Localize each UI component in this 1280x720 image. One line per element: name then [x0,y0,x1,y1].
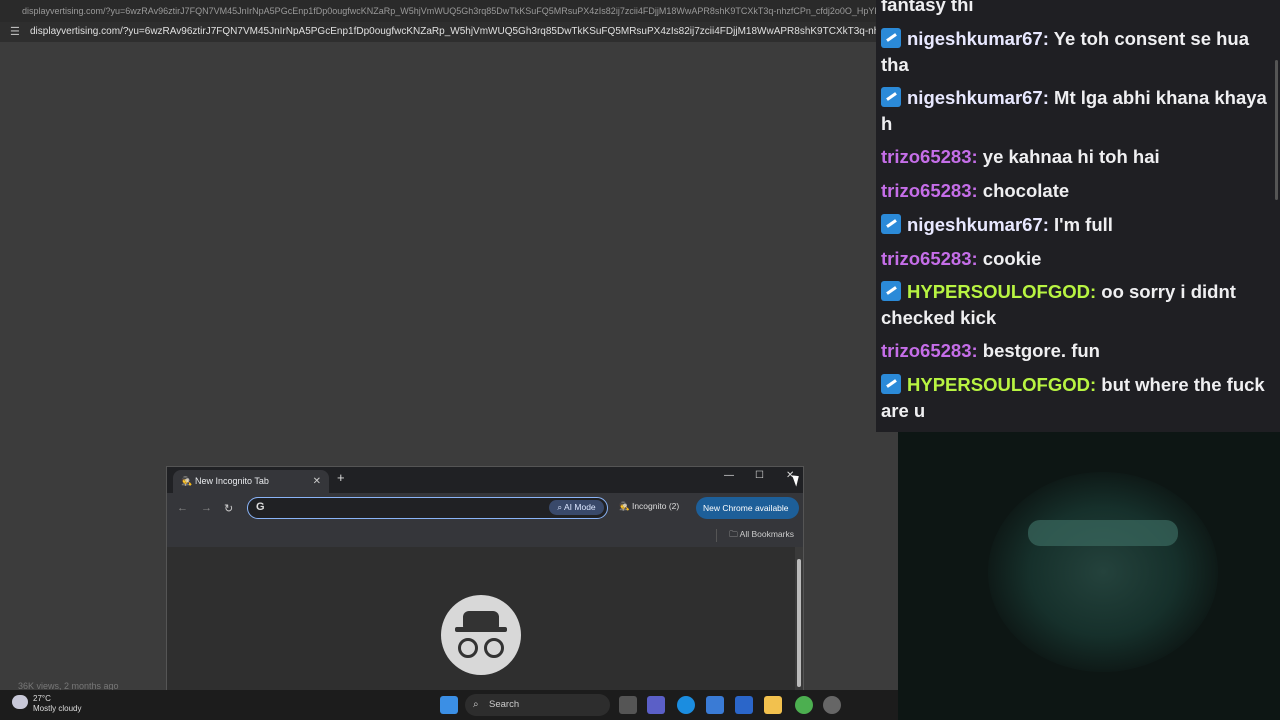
temperature: 27°C [33,694,51,703]
chrome-icon[interactable] [795,696,813,714]
chat-text: cookie [977,248,1042,269]
chat-text: bestgore. fun [977,340,1100,361]
tab-close-icon[interactable]: ✕ [313,470,321,493]
cloud-icon [12,695,28,709]
chat-username[interactable]: trizo65283: [881,248,978,269]
glasses-left-shape [458,638,478,658]
chat-message: trizo65283: bestgore. fun [881,338,1276,364]
hat-brim-shape [455,627,507,632]
start-icon[interactable] [440,696,458,714]
chat-username[interactable]: nigeshkumar67: [907,28,1049,49]
chat-username[interactable]: nigeshkumar67: [907,214,1049,235]
chat-text: chocolate [977,180,1070,201]
chat-username[interactable]: trizo65283: [881,180,978,201]
google-icon: G [256,501,265,513]
chat-username[interactable]: trizo65283: [881,146,978,167]
toolbar: ← → ↻ G ⌕ AI Mode 🕵 Incognito (2) New Ch… [167,493,803,535]
update-button[interactable]: New Chrome available ⋮ [696,497,799,535]
new-tab-button[interactable]: + [337,470,345,485]
chat-message: nigeshkumar67: I'm full [881,212,1276,238]
chat-message: HYPERSOULOFGOD: but where the fuck are u [881,372,1276,424]
file-explorer-icon[interactable] [764,696,782,714]
chat-message: nigeshkumar67: Mt lga abhi khana khaya h [881,85,1276,137]
update-label: New Chrome available [703,503,789,513]
settings-icon[interactable] [823,696,841,714]
moderator-badge-icon [881,87,901,107]
webcam-glasses [1028,520,1178,546]
glasses-right-shape [484,638,504,658]
chat-message: trizo65283: cookie [881,246,1276,272]
incognito-chrome-window: 🕵 New Incognito Tab ✕ + — ☐ ✕ ← → ↻ G ⌕ … [166,466,804,690]
outlook-icon[interactable] [735,696,753,714]
omnibox[interactable]: G ⌕ AI Mode [247,497,608,519]
weather-condition: Mostly cloudy [33,704,82,713]
chat-message: HYPERSOULOFGOD: oo sorry i didnt checked… [881,279,1276,331]
incognito-tab-icon: 🕵 [181,476,193,486]
taskbar-search[interactable]: ⌕ Search [465,694,610,716]
site-info-icon[interactable]: ☰ [10,22,20,42]
chat-message: nigeshkumar67: Ye toh consent se hua tha [881,26,1276,78]
bookmarks-bar: 🗀 All Bookmarks [167,525,803,548]
edge-icon[interactable] [677,696,695,714]
moderator-badge-icon [881,28,901,48]
chat-text: ye kahnaa hi toh hai [977,146,1160,167]
scrollbar-thumb[interactable] [797,559,801,687]
chat-text: fantasy thi [881,0,974,15]
chat-message: trizo65283: ye kahnaa hi toh hai [881,144,1276,170]
moderator-badge-icon [881,214,901,234]
incognito-indicator[interactable]: 🕵 Incognito (2) [619,501,679,512]
tab-title: New Incognito Tab [195,476,269,486]
chat-message: fantasy thi [881,0,1276,18]
all-bookmarks-button[interactable]: 🗀 All Bookmarks [729,529,794,543]
tab-strip: 🕵 New Incognito Tab ✕ + — ☐ ✕ [167,467,803,493]
chat-text: I'm full [1048,214,1113,235]
chat-username[interactable]: trizo65283: [881,340,978,361]
moderator-badge-icon [881,281,901,301]
task-view-icon[interactable] [619,696,637,714]
forward-icon[interactable]: → [201,502,212,514]
page-content [167,547,797,690]
teams-icon[interactable] [647,696,665,714]
chat-username[interactable]: HYPERSOULOFGOD: [907,374,1096,395]
moderator-badge-icon [881,374,901,394]
incognito-logo-icon [441,595,521,675]
webcam-feed [898,432,1280,720]
chat-message: trizo65283: chocolate [881,178,1276,204]
webcam-face [988,472,1218,672]
reload-icon[interactable]: ↻ [224,502,233,515]
ai-mode-label: AI Mode [564,502,596,512]
windows-taskbar: 27°C Mostly cloudy ⌕ Search [0,690,898,720]
stream-chat: fantasy thi nigeshkumar67: Ye toh consent… [876,0,1280,432]
minimize-icon[interactable]: — [724,470,734,481]
ai-mode-button[interactable]: ⌕ AI Mode [549,500,604,515]
maximize-icon[interactable]: ☐ [755,470,764,481]
incognito-label: Incognito (2) [631,501,680,511]
back-icon[interactable]: ← [177,502,188,514]
hat-shape [463,611,499,628]
page-scrollbar[interactable] [795,547,803,690]
search-label: Search [489,699,520,710]
chat-username[interactable]: HYPERSOULOFGOD: [907,281,1096,302]
store-icon[interactable] [706,696,724,714]
search-icon: ⌕ [473,699,479,710]
bookmarks-divider [716,529,717,542]
all-bookmarks-label: All Bookmarks [739,529,794,539]
chat-username[interactable]: nigeshkumar67: [907,87,1049,108]
tab-new-incognito[interactable]: 🕵 New Incognito Tab ✕ [173,470,329,493]
